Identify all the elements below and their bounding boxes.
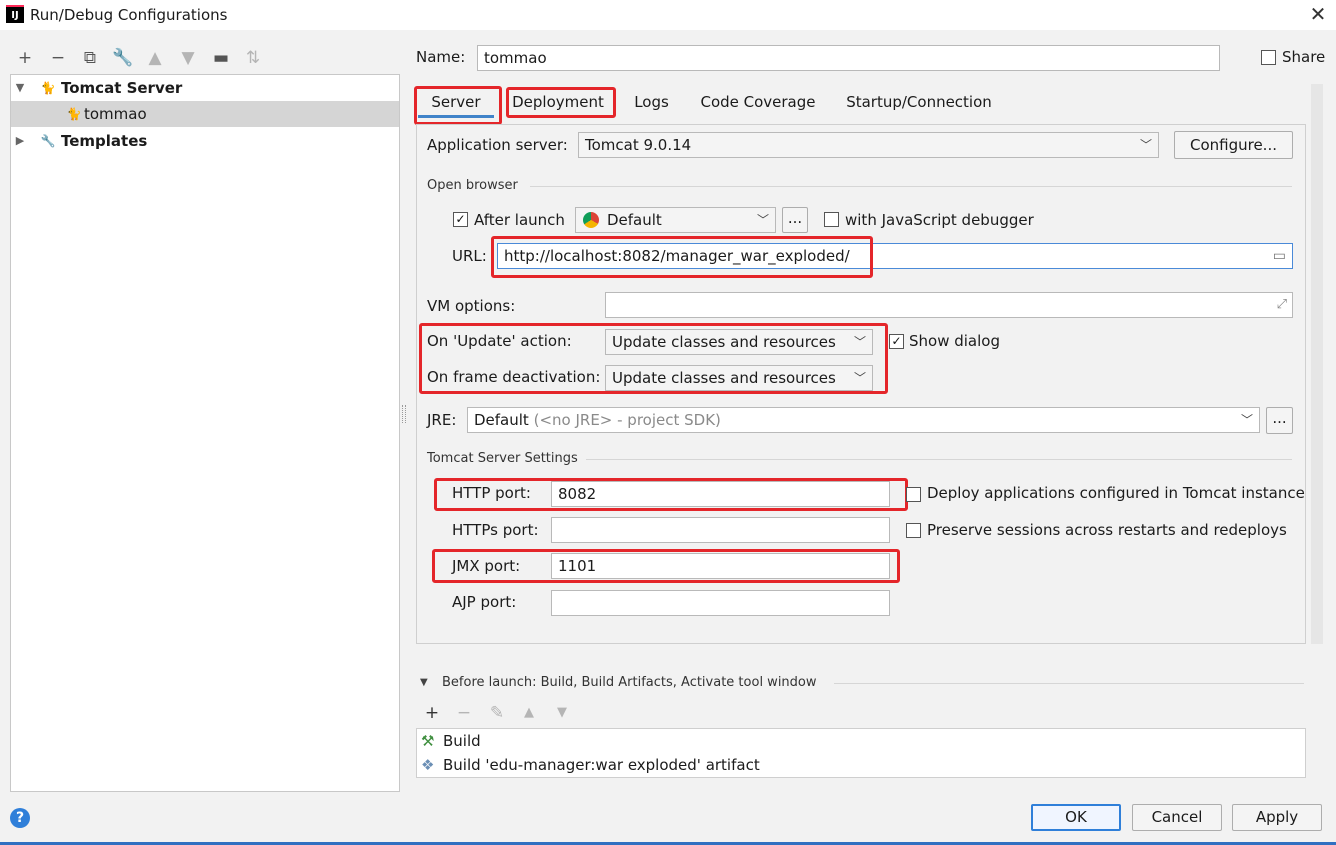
preserve-label: Preserve sessions across restarts and re… [927, 521, 1287, 539]
cancel-button[interactable]: Cancel [1132, 804, 1222, 831]
open-browser-title: Open browser [427, 178, 518, 193]
folder-icon[interactable]: ▭ [1273, 244, 1286, 268]
app-server-select[interactable]: Tomcat 9.0.14 ﹀ [578, 132, 1159, 158]
tomcat-icon: 🐈 [66, 107, 82, 121]
highlight-box [506, 87, 616, 118]
chevron-down-icon[interactable]: ▼ [13, 75, 27, 101]
add-icon[interactable]: + [421, 702, 443, 724]
apply-button[interactable]: Apply [1232, 804, 1322, 831]
jre-label: JRE: [427, 411, 457, 429]
copy-icon[interactable]: ⧉ [79, 47, 101, 69]
artifact-icon: ❖ [421, 756, 435, 774]
after-launch-checkbox[interactable]: ✓ [453, 212, 468, 227]
tree-item-templates[interactable]: ▶ 🔧 Templates [11, 128, 399, 154]
app-server-label: Application server: [427, 136, 568, 154]
https-port-input[interactable] [551, 517, 890, 543]
chevron-right-icon[interactable]: ▶ [13, 128, 27, 154]
list-item-label: Build 'edu-manager:war exploded' artifac… [443, 756, 760, 774]
tree-item-tomcat-server[interactable]: ▼ 🐈 Tomcat Server [11, 75, 399, 101]
list-item-label: Build [443, 732, 481, 750]
folder-icon[interactable]: ▬ [210, 47, 232, 69]
remove-icon[interactable]: − [47, 47, 69, 69]
intellij-icon: IJ [6, 5, 24, 23]
browser-select[interactable]: Default ﹀ [575, 207, 776, 233]
vm-options-input[interactable]: ⤢ [605, 292, 1293, 318]
ok-button[interactable]: OK [1031, 804, 1121, 831]
wrench-icon[interactable]: 🔧 [112, 47, 134, 69]
add-icon[interactable]: + [14, 47, 36, 69]
name-label: Name: [416, 48, 466, 66]
vm-options-label: VM options: [427, 297, 516, 315]
url-label: URL: [452, 247, 487, 265]
highlight-box [432, 549, 900, 583]
help-icon[interactable]: ? [10, 808, 30, 828]
jre-hint: (<no JRE> - project SDK) [533, 411, 721, 429]
share-checkbox[interactable] [1261, 50, 1276, 65]
tomcat-settings-title: Tomcat Server Settings [427, 451, 578, 466]
app-server-value: Tomcat 9.0.14 [585, 136, 692, 154]
js-debugger-checkbox[interactable] [824, 212, 839, 227]
browser-browse-button[interactable]: ... [782, 207, 808, 233]
list-item[interactable]: ❖ Build 'edu-manager:war exploded' artif… [417, 753, 1305, 777]
close-icon[interactable]: ✕ [1306, 2, 1330, 26]
name-input[interactable]: tommao [477, 45, 1220, 71]
tree-item-tommao[interactable]: 🐈 tommao [11, 101, 399, 127]
window-title: Run/Debug Configurations [30, 6, 228, 24]
js-debugger-label: with JavaScript debugger [845, 211, 1034, 229]
preserve-checkbox[interactable] [906, 523, 921, 538]
configuration-tree: ▼ 🐈 Tomcat Server 🐈 tommao ▶ 🔧 Templates [10, 74, 400, 792]
jre-value: Default [474, 411, 529, 429]
before-launch-title: Before launch: Build, Build Artifacts, A… [442, 675, 817, 690]
splitter-handle[interactable] [402, 405, 406, 423]
ajp-port-label: AJP port: [452, 593, 517, 611]
tab-startup-connection[interactable]: Startup/Connection [838, 86, 1000, 118]
sort-icon[interactable]: ⇅ [242, 47, 264, 69]
chevron-down-icon: ﹀ [1240, 413, 1253, 427]
move-down-icon[interactable]: ▼ [177, 47, 199, 69]
tomcat-icon: 🐈 [40, 81, 56, 95]
tree-item-label: Templates [61, 132, 148, 150]
before-launch-list: ⚒ Build ❖ Build 'edu-manager:war explode… [416, 728, 1306, 778]
highlight-box [419, 323, 888, 394]
highlight-box [434, 478, 908, 511]
chrome-icon [583, 212, 599, 228]
tree-item-label: Tomcat Server [61, 79, 183, 97]
collapse-triangle-icon[interactable]: ▼ [420, 677, 428, 688]
https-port-label: HTTPs port: [452, 521, 539, 539]
show-dialog-label: Show dialog [909, 332, 1000, 350]
highlight-box [491, 236, 873, 278]
share-label: Share [1282, 48, 1326, 66]
show-dialog-checkbox[interactable]: ✓ [889, 334, 904, 349]
configure-button[interactable]: Configure... [1174, 131, 1293, 159]
tab-code-coverage[interactable]: Code Coverage [693, 86, 823, 118]
wrench-icon: 🔧 [40, 134, 56, 148]
jre-select[interactable]: Default (<no JRE> - project SDK) ﹀ [467, 407, 1260, 433]
jre-browse-button[interactable]: ... [1266, 407, 1293, 434]
divider [586, 459, 1292, 460]
edit-icon[interactable]: ✎ [486, 702, 508, 724]
divider [834, 683, 1304, 684]
browser-value: Default [607, 211, 662, 229]
divider [530, 186, 1292, 187]
tree-item-label: tommao [84, 105, 147, 123]
ajp-port-input[interactable] [551, 590, 890, 616]
deploy-checkbox[interactable] [906, 487, 921, 502]
move-down-icon[interactable]: ▼ [551, 702, 573, 724]
hammer-icon: ⚒ [421, 732, 435, 750]
chevron-down-icon: ﹀ [756, 213, 769, 227]
expand-icon[interactable]: ⤢ [1277, 293, 1287, 317]
highlight-box [414, 86, 502, 125]
move-up-icon[interactable]: ▲ [518, 702, 540, 724]
chevron-down-icon: ﹀ [1139, 138, 1152, 152]
remove-icon[interactable]: − [453, 702, 475, 724]
after-launch-label: After launch [474, 211, 565, 229]
move-up-icon[interactable]: ▲ [144, 47, 166, 69]
tab-logs[interactable]: Logs [624, 86, 679, 118]
scrollbar[interactable] [1311, 84, 1323, 644]
deploy-label: Deploy applications configured in Tomcat… [927, 484, 1305, 502]
list-item[interactable]: ⚒ Build [417, 729, 1305, 753]
